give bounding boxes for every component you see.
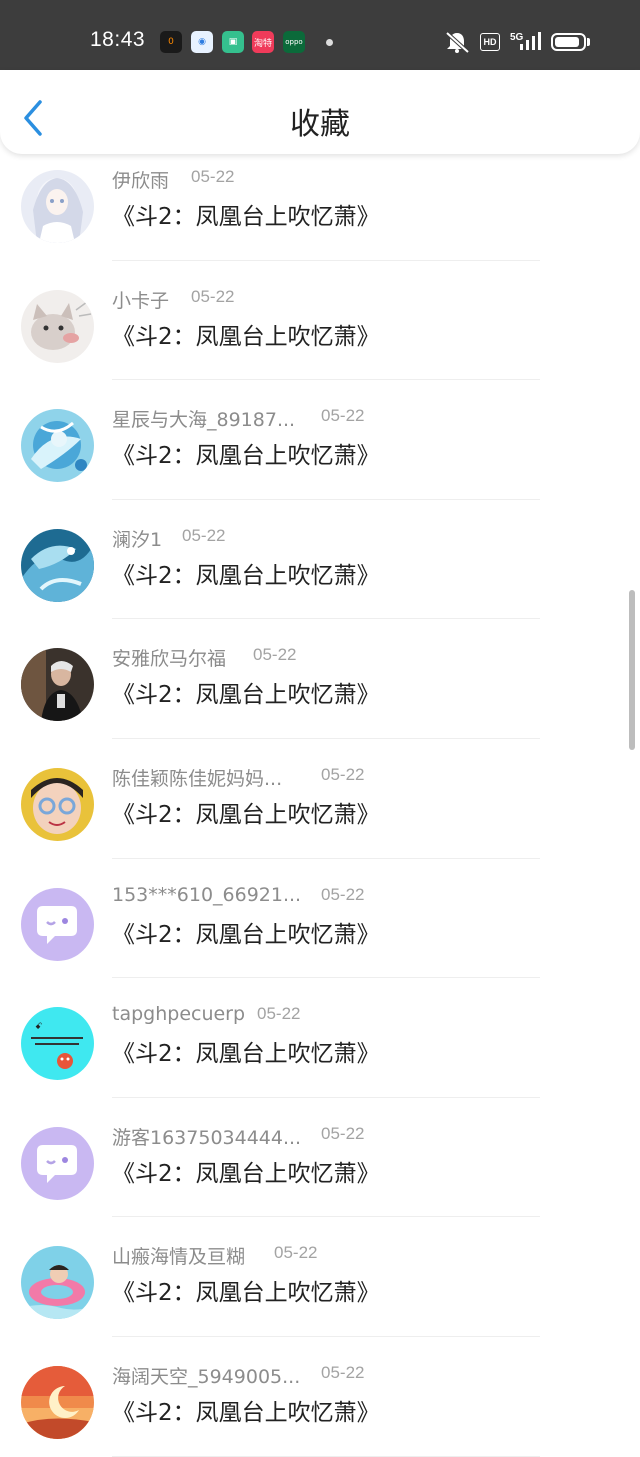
avatar[interactable]: ꗃ [21, 1007, 94, 1081]
avatar[interactable] [21, 409, 94, 483]
list-item[interactable]: 小卡子 05-22 《斗2：凤凰台上吹忆萧》 [0, 261, 640, 381]
avatar[interactable] [21, 887, 94, 961]
user-name[interactable]: 小卡子 [112, 286, 169, 313]
item-title[interactable]: 《斗2：凤凰台上吹忆萧》 [112, 197, 380, 231]
user-name[interactable]: 澜汐1 [112, 525, 162, 552]
item-title[interactable]: 《斗2：凤凰台上吹忆萧》 [112, 675, 380, 709]
item-title[interactable]: 《斗2：凤凰台上吹忆萧》 [112, 317, 380, 351]
mute-bell-icon [445, 31, 470, 54]
top-nav-bar: 收藏 [0, 70, 640, 154]
avatar[interactable] [21, 170, 94, 243]
item-date: 05-22 [321, 764, 365, 784]
item-title[interactable]: 《斗2：凤凰台上吹忆萧》 [112, 556, 380, 590]
favorites-list[interactable]: 伊欣雨 05-22 《斗2：凤凰台上吹忆萧》 小卡子 05-22 《斗2：凤凰台上吹忆萧》… [0, 141, 640, 1457]
app-red-icon: 淘特 [252, 31, 274, 53]
item-date: 05-22 [321, 884, 365, 904]
list-item[interactable]: 星辰与大海_89187... 05-22 《斗2：凤凰台上吹忆萧》 [0, 380, 640, 500]
battery-level [555, 37, 579, 47]
avatar[interactable] [21, 648, 94, 722]
item-title[interactable]: 《斗2：凤凰台上吹忆萧》 [112, 1034, 380, 1068]
user-name[interactable]: 山瘢海情及亘糊 [112, 1242, 245, 1269]
page-title: 收藏 [290, 107, 350, 142]
app-orange-icon: 0 [160, 31, 182, 53]
list-item[interactable]: 伊欣雨 05-22 《斗2：凤凰台上吹忆萧》 [0, 141, 640, 261]
avatar[interactable] [21, 1246, 94, 1320]
status-time: 18:43 [90, 28, 146, 51]
list-item[interactable]: 陈佳颖陈佳妮妈妈... 05-22 《斗2：凤凰台上吹忆萧》 [0, 739, 640, 859]
item-title[interactable]: 《斗2：凤凰台上吹忆萧》 [112, 436, 380, 470]
list-item[interactable]: 游客16375034444... 05-22 《斗2：凤凰台上吹忆萧》 [0, 1098, 640, 1218]
item-date: 05-22 [257, 1004, 301, 1024]
item-title[interactable]: 《斗2：凤凰台上吹忆萧》 [112, 915, 380, 949]
app-oppo-icon: oppo [283, 31, 305, 53]
user-name[interactable]: 伊欣雨 [112, 166, 169, 193]
item-date: 05-22 [321, 1362, 365, 1382]
user-name[interactable]: 陈佳颖陈佳妮妈妈... [112, 764, 282, 791]
avatar[interactable] [21, 1126, 94, 1200]
item-date: 05-22 [321, 406, 365, 426]
item-date: 05-22 [191, 167, 235, 186]
svg-text:ꗃ: ꗃ [35, 1022, 42, 1032]
user-name[interactable]: 游客16375034444... [112, 1123, 301, 1150]
user-name[interactable]: 海阔天空_5949005... [112, 1362, 300, 1389]
user-name[interactable]: 153***610_66921... [112, 884, 301, 906]
scrollbar[interactable] [629, 590, 635, 750]
list-item[interactable]: 153***610_66921... 05-22 《斗2：凤凰台上吹忆萧》 [0, 859, 640, 979]
item-date: 05-22 [182, 525, 226, 545]
avatar[interactable] [21, 289, 94, 363]
list-item[interactable]: 安雅欣马尔福 05-22 《斗2：凤凰台上吹忆萧》 [0, 619, 640, 739]
list-item[interactable]: 山瘢海情及亘糊 05-22 《斗2：凤凰台上吹忆萧》 [0, 1217, 640, 1337]
divider [112, 1455, 540, 1457]
list-item[interactable]: 海阔天空_5949005... 05-22 《斗2：凤凰台上吹忆萧》 [0, 1337, 640, 1457]
list-item[interactable]: 澜汐1 05-22 《斗2：凤凰台上吹忆萧》 [0, 500, 640, 620]
item-date: 05-22 [191, 286, 235, 306]
item-title[interactable]: 《斗2：凤凰台上吹忆萧》 [112, 1273, 380, 1307]
avatar[interactable] [21, 528, 94, 602]
app-green-icon: ▣ [222, 31, 244, 53]
status-bar: 18:43 0 ◉ ▣ 淘特 oppo HD 5G [0, 0, 640, 70]
hd-badge: HD [480, 33, 500, 51]
list-item[interactable]: ꗃ tapghpecuerp 05-22 《斗2：凤凰台上吹忆萧》 [0, 978, 640, 1098]
user-name[interactable]: 星辰与大海_89187... [112, 405, 295, 432]
item-date: 05-22 [321, 1123, 365, 1143]
notification-dot [326, 39, 333, 46]
app-blue-icon: ◉ [191, 31, 213, 53]
item-title[interactable]: 《斗2：凤凰台上吹忆萧》 [112, 1154, 380, 1188]
avatar[interactable] [21, 1365, 94, 1439]
battery-icon [551, 33, 586, 51]
user-name[interactable]: 安雅欣马尔福 [112, 644, 226, 671]
avatar[interactable] [21, 767, 94, 841]
item-title[interactable]: 《斗2：凤凰台上吹忆萧》 [112, 795, 380, 829]
user-name[interactable]: tapghpecuerp [112, 1003, 245, 1025]
battery-tip [587, 38, 590, 46]
item-date: 05-22 [274, 1243, 318, 1263]
network-type: 5G [510, 32, 524, 43]
item-date: 05-22 [253, 645, 297, 665]
signal-5g-icon: 5G [510, 32, 541, 50]
